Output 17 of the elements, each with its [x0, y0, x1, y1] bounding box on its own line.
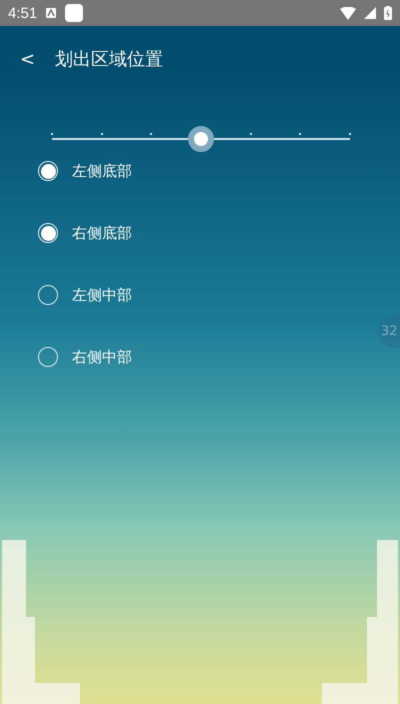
- radio-button[interactable]: [38, 223, 58, 243]
- option-label: 左侧中部: [72, 286, 132, 304]
- radio-button[interactable]: [38, 347, 58, 367]
- slider-thumb[interactable]: [188, 126, 214, 152]
- back-button[interactable]: <: [14, 46, 42, 72]
- option-label: 右侧底部: [72, 224, 132, 242]
- page-title: 划出区域位置: [55, 48, 164, 71]
- wifi-icon: [340, 6, 356, 20]
- radio-button[interactable]: [38, 285, 58, 305]
- battery-icon: [384, 6, 392, 20]
- status-time: 4:51: [8, 4, 38, 22]
- option-label: 右侧中部: [72, 348, 132, 366]
- app-icon: [65, 4, 84, 22]
- signal-icon: [364, 7, 376, 19]
- notification-icon: [45, 7, 58, 19]
- radio-button[interactable]: [38, 161, 58, 181]
- option-label: 左侧底部: [72, 162, 132, 180]
